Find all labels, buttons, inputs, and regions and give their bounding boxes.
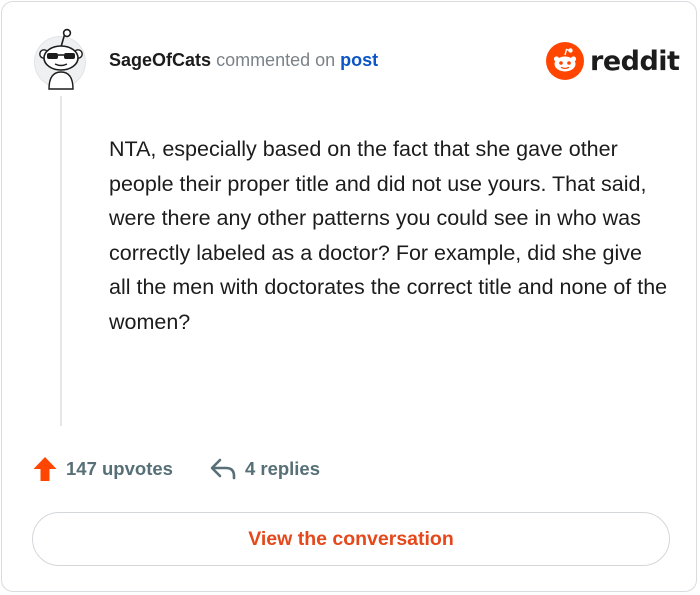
reddit-wordmark: reddit: [590, 45, 680, 77]
reply-arrow-icon: [210, 458, 236, 480]
thread-line[interactable]: [60, 96, 62, 426]
view-conversation-button[interactable]: View the conversation: [32, 512, 670, 566]
reddit-snoo-icon: [546, 42, 584, 80]
reply-count: 4 replies: [244, 458, 321, 479]
upvote-arrow-icon: [33, 457, 57, 481]
action-text: commented on: [216, 50, 336, 70]
upvote-count: 147 upvotes: [66, 458, 173, 479]
user-avatar[interactable]: [34, 28, 86, 90]
username-link[interactable]: SageOfCats: [109, 50, 211, 70]
embedded-comment-card: SageOfCats commented on post reddit NTA,…: [1, 1, 697, 592]
comment-body: NTA, especially based on the fact that s…: [109, 137, 668, 334]
reddit-logo[interactable]: reddit: [546, 42, 680, 80]
upvote-button[interactable]: 147 upvotes: [32, 455, 173, 483]
post-link[interactable]: post: [340, 50, 378, 70]
comment-actions: 147 upvotes 4 replies: [32, 454, 320, 484]
replies-button[interactable]: 4 replies: [209, 457, 320, 481]
snoo-sunglasses-avatar-icon: [39, 28, 83, 90]
comment-header: SageOfCats commented on post: [109, 49, 378, 71]
